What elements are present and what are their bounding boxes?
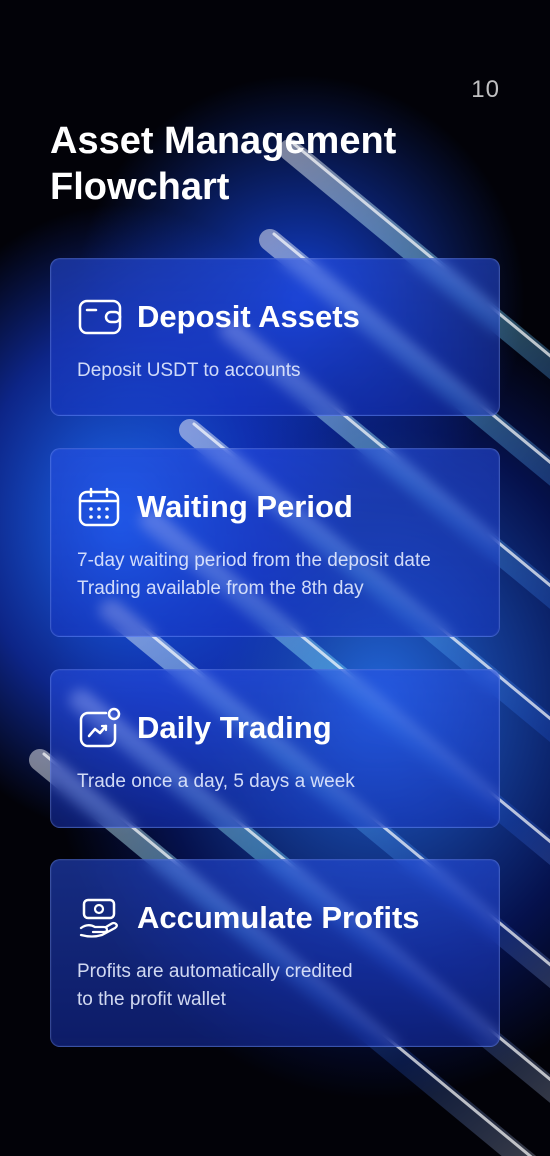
trend-chart-icon: [78, 707, 124, 748]
step-title: Waiting Period: [137, 489, 353, 524]
description-line: Profits are automatically credited: [77, 961, 353, 982]
step-description: Deposit USDT to accounts: [77, 357, 477, 385]
description-line: to the profit wallet: [77, 989, 226, 1010]
card-header: Daily Trading: [78, 707, 332, 748]
step-description: 7-day waiting period from the deposit da…: [77, 547, 477, 603]
step-title: Deposit Assets: [137, 299, 360, 334]
page-number: 10: [471, 76, 500, 103]
card-header: Accumulate Profits: [78, 898, 420, 938]
card-header: Waiting Period: [78, 487, 353, 527]
description-line: Trading available from the 8th day: [77, 578, 364, 599]
step-description: Profits are automatically credited to th…: [77, 958, 477, 1014]
step-title: Accumulate Profits: [137, 900, 420, 935]
card-header: Deposit Assets: [78, 297, 360, 337]
description-line: 7-day waiting period from the deposit da…: [77, 550, 431, 571]
step-description: Trade once a day, 5 days a week: [77, 768, 477, 796]
step-card-waiting-period: Waiting Period 7-day waiting period from…: [50, 448, 500, 637]
step-title: Daily Trading: [137, 710, 332, 745]
wallet-icon: [78, 297, 124, 337]
page-title: Asset Management Flowchart: [50, 120, 397, 208]
calendar-icon: [78, 487, 124, 527]
description-line: Deposit USDT to accounts: [77, 360, 301, 381]
description-line: Trade once a day, 5 days a week: [77, 771, 355, 792]
step-card-deposit-assets: Deposit Assets Deposit USDT to accounts: [50, 258, 500, 416]
hand-money-icon: [78, 898, 124, 938]
step-card-accumulate-profits: Accumulate Profits Profits are automatic…: [50, 859, 500, 1047]
step-card-daily-trading: Daily Trading Trade once a day, 5 days a…: [50, 669, 500, 828]
